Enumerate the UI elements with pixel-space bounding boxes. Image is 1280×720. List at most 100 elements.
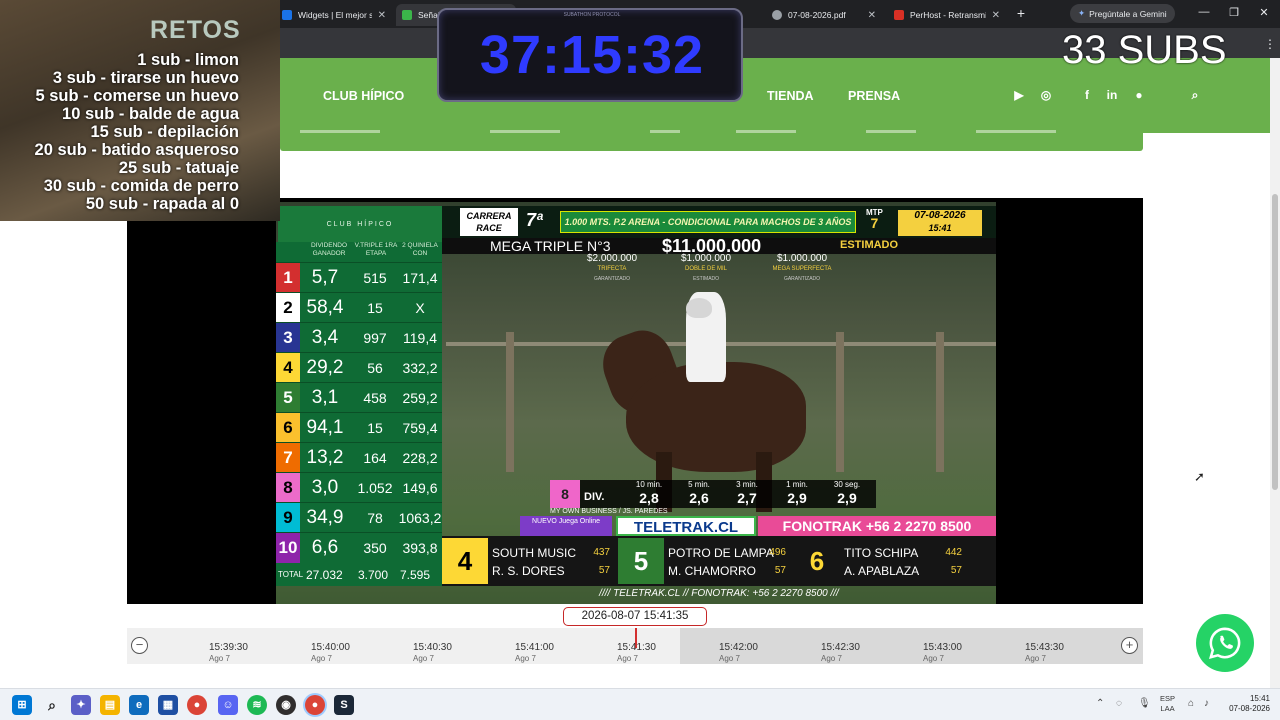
odds-total-row: TOTAL 27.032 3.700 7.595 [276, 566, 442, 586]
discord-icon[interactable]: ☺ [218, 695, 238, 715]
linkedin-icon[interactable]: in [1105, 88, 1119, 102]
store-icon[interactable]: ▦ [158, 695, 178, 715]
copilot-icon[interactable]: ✦ [71, 695, 91, 715]
place-number: 5 [618, 538, 664, 584]
site-subnav: ▬▬▬▬▬▬▬▬ ▬▬▬▬▬▬▬ ▬▬▬ ▬▬▬▬▬▬ ▬▬▬▬▬ ▬▬▬▬▬▬… [280, 120, 1143, 151]
tab-favicon-icon [402, 10, 412, 20]
race-date: 07-08-2026 15:41 [898, 210, 982, 236]
tab-title: Widgets | El mejor sc [298, 10, 372, 20]
subnav-item[interactable]: ▬▬▬▬▬▬▬ [490, 125, 560, 136]
windows-start-icon[interactable]: ⊞ [12, 695, 32, 715]
pool-note: GARANTIZADO [593, 276, 631, 282]
gemini-button[interactable]: ✦ Pregúntale a Gemini [1070, 4, 1175, 23]
reto-item: 20 sub - batido asqueroso [34, 141, 239, 159]
dividend-value: 2,9 [837, 490, 857, 506]
chrome-active-icon[interactable]: ● [305, 695, 325, 715]
tick-time: 15:40:00 [311, 642, 350, 653]
spotify-icon[interactable]: ● [1132, 88, 1146, 102]
header-dividendo: DIVIDENDO GANADOR [310, 242, 348, 257]
race-broadcast: CLUB HÍPICO DIVIDENDO GANADOR V.TRIPLE 1… [276, 202, 996, 604]
fonotrak-banner: FONOTRAK +56 2 2270 8500 [758, 516, 996, 536]
zoom-in-button[interactable]: + [1121, 637, 1138, 654]
instagram-icon[interactable]: ◎ [1039, 88, 1053, 102]
youtube-icon[interactable]: ▶ [1012, 88, 1026, 102]
dividend-header: 1 min. [786, 480, 808, 489]
tab-pdf[interactable]: 07-08-2026.pdf ✕ [766, 4, 882, 26]
zoom-out-button[interactable]: − [131, 637, 148, 654]
place-number: 4 [442, 538, 488, 584]
tab-perhost[interactable]: PerHost - Retransmi ✕ [888, 4, 1006, 26]
subnav-item[interactable]: ▬▬▬▬▬▬ [736, 125, 796, 136]
network-icon[interactable]: ⌂ [1188, 698, 1194, 709]
reto-item: 5 sub - comerse un huevo [35, 87, 239, 105]
tick-date: Ago 7 [719, 654, 740, 663]
nav-club-hipico[interactable]: CLUB HÍPICO [323, 89, 404, 103]
tick-date: Ago 7 [923, 654, 944, 663]
odds-row: 4 29,2 56 332,2 [276, 352, 442, 383]
chevron-up-icon[interactable]: ⌃ [1096, 698, 1104, 709]
mega-label: MEGA TRIPLE N°3 [490, 238, 611, 254]
taskbar-clock[interactable]: 15:41 07-08-2026 [1226, 694, 1270, 714]
odds-table: DIVIDENDO GANADOR V.TRIPLE 1RA ETAPA 2 Q… [276, 242, 442, 586]
win-dividend: 58,4 [306, 297, 344, 318]
facebook-icon[interactable]: f [1080, 88, 1094, 102]
place-horse-jockey: SOUTH MUSIC R. S. DORES [492, 544, 576, 580]
maximize-icon[interactable]: ❐ [1226, 6, 1242, 19]
search-icon[interactable]: ⌕ [42, 695, 62, 715]
language-indicator[interactable]: ESP LAA [1160, 694, 1175, 714]
reto-item: 25 sub - tatuaje [118, 159, 239, 177]
retos-title: RETOS [150, 16, 241, 44]
nav-tienda[interactable]: TIENDA [767, 89, 814, 103]
triple-value: 15 [367, 420, 383, 436]
file-explorer-icon[interactable]: ▤ [100, 695, 120, 715]
page-scrollbar[interactable] [1270, 58, 1280, 688]
close-icon[interactable]: ✕ [378, 10, 386, 21]
spotify-icon[interactable]: ≋ [247, 695, 267, 715]
close-icon[interactable]: ✕ [992, 10, 1000, 21]
volume-icon[interactable]: ♪ [1204, 698, 1209, 709]
retos-overlay: RETOS 1 sub - limon 3 sub - tirarse un hu… [0, 0, 280, 221]
win-dividend: 13,2 [306, 447, 344, 468]
subnav-item[interactable]: ▬▬▬ [650, 125, 680, 136]
new-tab-button[interactable]: + [1014, 5, 1028, 21]
runner-number: 4 [276, 353, 300, 383]
quiniela-value: 119,4 [403, 330, 437, 346]
place-number: 6 [794, 538, 840, 584]
edge-icon[interactable]: e [129, 695, 149, 715]
nuevo-badge: NUEVO Juega Online [520, 516, 612, 536]
subnav-item[interactable]: ▬▬▬▬▬▬▬▬ [976, 125, 1056, 136]
nav-prensa[interactable]: PRENSA [848, 89, 900, 103]
tick-date: Ago 7 [413, 654, 434, 663]
steam-icon[interactable]: S [334, 695, 354, 715]
mouse-pointer-icon: ➚ [1194, 469, 1205, 484]
obs-icon[interactable]: ◉ [276, 695, 296, 715]
header-triple: V.TRIPLE 1RA ETAPA [354, 242, 398, 257]
tick-time: 15:42:30 [821, 642, 860, 653]
close-window-icon[interactable]: ✕ [1256, 6, 1272, 19]
pool-note: GARANTIZADO [783, 276, 821, 282]
top-three-panel: 4 SOUTH MUSIC R. S. DORES 437 57 5 POTRO DE LA… [442, 536, 996, 586]
place-stats: 437 57 [588, 544, 610, 580]
reto-item: 30 sub - comida de perro [43, 177, 239, 195]
runner-number: 10 [276, 533, 300, 563]
close-icon[interactable]: ✕ [868, 10, 876, 21]
timeline-scrubber[interactable]: 15:39:30 Ago 7 15:40:00 Ago 7 15:40:30 Ago 71… [127, 628, 1143, 664]
kebab-menu-icon[interactable]: ⋮ [1264, 37, 1276, 51]
chrome-icon[interactable]: ● [187, 695, 207, 715]
place-stats: 496 57 [764, 544, 786, 580]
microphone-icon[interactable]: 🎙 [1138, 698, 1151, 709]
minimize-icon[interactable]: — [1196, 6, 1212, 18]
timeline-tick: 15:41:30 Ago 7 [617, 642, 656, 664]
subnav-item[interactable]: ▬▬▬▬▬▬▬▬ [300, 125, 380, 136]
fence-post [506, 332, 514, 472]
total-label: TOTAL [278, 570, 304, 579]
whatsapp-button[interactable] [1196, 614, 1254, 672]
reto-item: 10 sub - balde de agua [62, 105, 239, 123]
subnav-item[interactable]: ▬▬▬▬▬ [866, 125, 916, 136]
quiniela-value: 259,2 [402, 390, 438, 406]
runner-number: 2 [276, 293, 300, 323]
tray-icon[interactable]: ◌ [1116, 698, 1122, 709]
scrollbar-thumb[interactable] [1272, 194, 1278, 490]
search-icon[interactable]: ⌕ [1188, 88, 1202, 103]
tab-widgets[interactable]: Widgets | El mejor sc ✕ [276, 4, 392, 26]
